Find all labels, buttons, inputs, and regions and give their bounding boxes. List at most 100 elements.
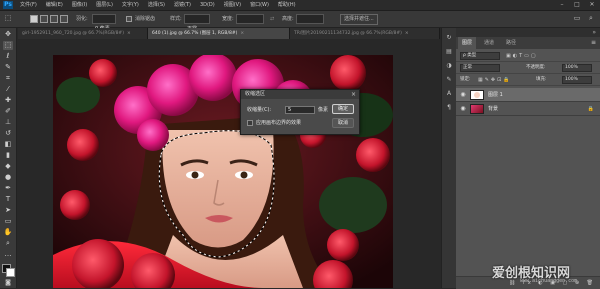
zoom-tool-icon[interactable]: ⌕: [3, 239, 13, 248]
edge-checkbox[interactable]: [247, 120, 253, 126]
dialog-title: 收缩选区: [241, 90, 359, 99]
more-tools-icon[interactable]: …: [3, 250, 13, 259]
tab-layers[interactable]: 图层: [458, 37, 477, 49]
opacity-input[interactable]: 100%: [562, 64, 592, 72]
panel-collapse-icon[interactable]: »: [592, 28, 596, 37]
subtract-selection-icon[interactable]: [50, 15, 58, 23]
ok-button[interactable]: 确定: [332, 104, 354, 114]
eyedropper-tool-icon[interactable]: ⁄: [3, 85, 13, 94]
quick-select-tool-icon[interactable]: ✎: [3, 63, 13, 72]
layer-name[interactable]: 图层 1: [488, 88, 503, 102]
new-selection-icon[interactable]: [30, 15, 38, 23]
minimize-icon[interactable]: –: [555, 0, 569, 10]
cancel-button[interactable]: 取消: [332, 118, 354, 128]
antialias-checkbox[interactable]: [126, 16, 132, 22]
panel-tabs: 图层 通道 路径 ≡: [456, 37, 600, 49]
marquee-tool-icon[interactable]: ⬚: [3, 41, 13, 50]
eraser-tool-icon[interactable]: ◧: [3, 140, 13, 149]
tab-close-icon[interactable]: ×: [405, 31, 409, 36]
blur-tool-icon[interactable]: ◆: [3, 162, 13, 171]
width-input[interactable]: [236, 14, 264, 24]
layer-row-selected[interactable]: ◉ 图层 1: [456, 88, 600, 102]
menu-select[interactable]: 选择(S): [148, 0, 165, 10]
panel-menu-icon[interactable]: ≡: [591, 37, 596, 49]
menu-view[interactable]: 视图(V): [224, 0, 241, 10]
gradient-tool-icon[interactable]: ▮: [3, 151, 13, 160]
tab-label: TR/图片20190211134732.jpg @ 66.7%(RGB/8#): [294, 31, 402, 36]
history-panel-icon[interactable]: ↻: [445, 34, 453, 42]
move-tool-icon[interactable]: ✥: [3, 30, 13, 39]
tab-document-3[interactable]: TR/图片20190211134732.jpg @ 66.7%(RGB/8#) ×: [290, 28, 440, 39]
add-selection-icon[interactable]: [40, 15, 48, 23]
quick-mask-icon[interactable]: ◙: [3, 278, 13, 287]
tab-close-icon[interactable]: ×: [240, 31, 244, 36]
brush-panel-icon[interactable]: ✎: [445, 76, 453, 84]
contract-selection-dialog: 收缩选区 × 收缩量(C): 5 像素 应用画布边界的效果 确定 取消: [240, 89, 360, 135]
adjustments-panel-icon[interactable]: ◑: [445, 62, 453, 70]
photoshop-logo: Ps: [3, 1, 13, 9]
blend-row: 正常 不透明度: 100%: [456, 62, 600, 74]
pen-tool-icon[interactable]: ✒: [3, 184, 13, 193]
close-icon[interactable]: ×: [351, 90, 356, 99]
select-mask-button[interactable]: 选择并遮住...: [340, 14, 378, 25]
dodge-tool-icon[interactable]: ●: [3, 173, 13, 182]
layer-name[interactable]: 背景: [488, 102, 498, 116]
panel-icon-strip: ↻ ▤ ◑ ✎ A ¶: [441, 28, 457, 288]
maximize-icon[interactable]: □: [570, 0, 584, 10]
paragraph-panel-icon[interactable]: ¶: [445, 104, 453, 112]
marquee-preset-icon[interactable]: ⬚: [3, 14, 13, 23]
tab-label: 640 (1).jpg @ 66.7% (图层 1, RGB/8#): [152, 31, 238, 36]
fill-input[interactable]: 100%: [562, 76, 592, 84]
eye-icon[interactable]: ◉: [459, 105, 467, 113]
layer-filter-row: ρ 类型 ▣◐T▭▢: [456, 50, 600, 62]
menu-help[interactable]: 帮助(H): [278, 0, 296, 10]
tab-document-2[interactable]: 640 (1).jpg @ 66.7% (图层 1, RGB/8#) ×: [148, 28, 290, 39]
swap-icon[interactable]: ⇄: [270, 15, 274, 23]
clone-stamp-tool-icon[interactable]: ⊥: [3, 118, 13, 127]
eye-icon[interactable]: ◉: [459, 91, 467, 99]
blend-mode-select[interactable]: 正常: [460, 64, 500, 72]
menu-window[interactable]: 窗口(W): [250, 0, 269, 10]
brush-tool-icon[interactable]: ✐: [3, 107, 13, 116]
height-input[interactable]: [296, 14, 324, 24]
style-select[interactable]: 正常: [184, 14, 210, 32]
lock-icons[interactable]: ▦✎✥⊡🔒: [478, 74, 512, 86]
menu-filter[interactable]: 滤镜(T): [174, 0, 191, 10]
type-tool-icon[interactable]: T: [3, 195, 13, 204]
feather-input[interactable]: 0 像素: [92, 14, 116, 32]
tab-document-1[interactable]: girl-1952911_960_720.jpg @ 66.7%(RGB/8#)…: [18, 28, 148, 39]
lasso-tool-icon[interactable]: ℓ: [3, 52, 13, 61]
character-panel-icon[interactable]: A: [445, 90, 453, 98]
panel-header: »: [456, 28, 600, 37]
menu-file[interactable]: 文件(F): [20, 0, 37, 10]
shrink-input[interactable]: 5: [285, 106, 315, 114]
workspace-icon[interactable]: ▭: [572, 14, 582, 23]
menu-image[interactable]: 图像(I): [72, 0, 87, 10]
tab-label: girl-1952911_960_720.jpg @ 66.7%(RGB/8#): [22, 31, 124, 36]
crop-tool-icon[interactable]: ⌗: [3, 74, 13, 83]
search-icon[interactable]: ⌕: [586, 14, 596, 23]
canvas-area[interactable]: [17, 40, 440, 288]
fill-label: 填充:: [536, 77, 547, 82]
healing-brush-tool-icon[interactable]: ✚: [3, 96, 13, 105]
menu-layer[interactable]: 图层(L): [96, 0, 113, 10]
layer-filter-icons[interactable]: ▣◐T▭▢: [506, 50, 538, 62]
layer-row[interactable]: ◉ 背景 🔒: [456, 102, 600, 116]
background-color-swatch[interactable]: [6, 268, 15, 277]
layer-kind-select[interactable]: ρ 类型: [460, 52, 500, 60]
menu-edit[interactable]: 编辑(E): [46, 0, 63, 10]
path-select-tool-icon[interactable]: ➤: [3, 206, 13, 215]
intersect-selection-icon[interactable]: [60, 15, 68, 23]
hand-tool-icon[interactable]: ✋: [3, 228, 13, 237]
menu-3d[interactable]: 3D(D): [200, 0, 215, 10]
tab-paths[interactable]: 路径: [502, 37, 520, 49]
close-icon[interactable]: ✕: [585, 0, 599, 10]
style-label: 样式:: [170, 16, 182, 22]
tab-channels[interactable]: 通道: [480, 37, 498, 49]
feather-label: 羽化:: [76, 16, 88, 22]
tab-close-icon[interactable]: ×: [127, 31, 131, 36]
history-brush-tool-icon[interactable]: ↺: [3, 129, 13, 138]
shape-tool-icon[interactable]: ▭: [3, 217, 13, 226]
properties-panel-icon[interactable]: ▤: [445, 48, 453, 56]
menu-type[interactable]: 文字(Y): [122, 0, 139, 10]
